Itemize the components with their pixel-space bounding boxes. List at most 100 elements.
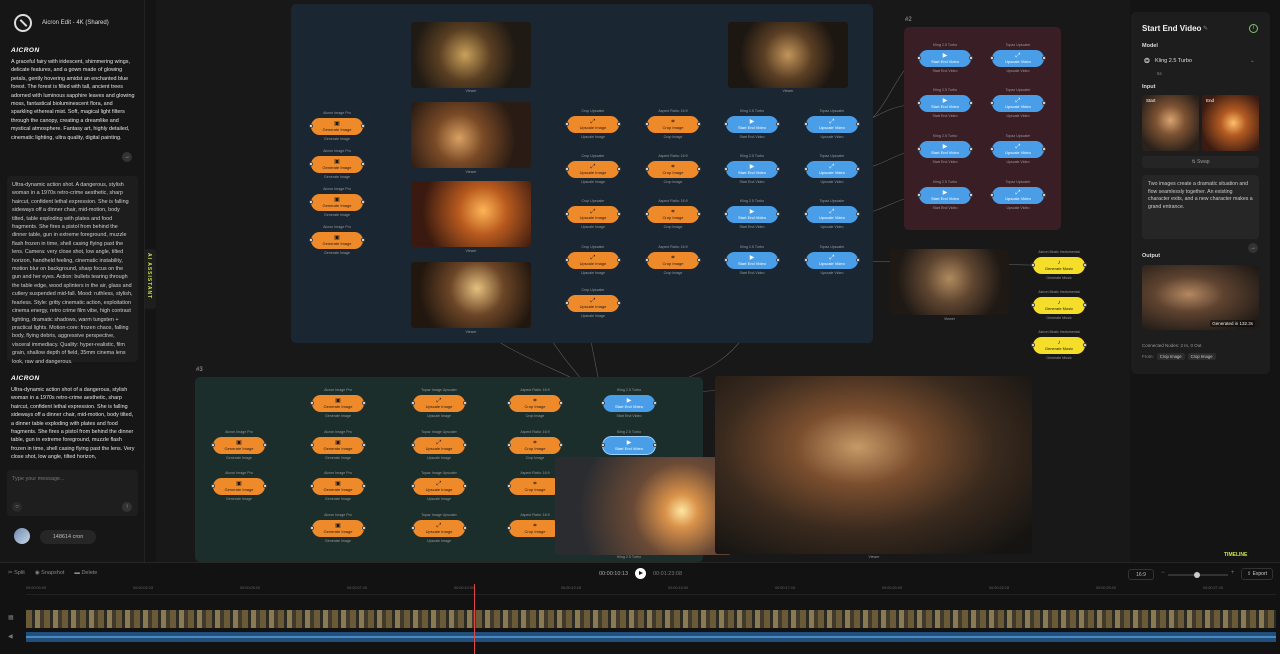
crop-image-node[interactable]: ⌗ Crop Image <box>645 206 701 223</box>
output-port[interactable] <box>617 167 621 171</box>
output-port[interactable] <box>617 212 621 216</box>
output-port[interactable] <box>263 484 267 488</box>
input-port[interactable] <box>310 526 314 530</box>
input-port[interactable] <box>211 484 215 488</box>
output-port[interactable] <box>969 193 973 197</box>
output-port[interactable] <box>463 443 467 447</box>
output-port[interactable] <box>1042 56 1046 60</box>
viewer-thumbnail[interactable] <box>555 457 731 555</box>
input-port[interactable] <box>724 167 728 171</box>
output-port[interactable] <box>776 122 780 126</box>
generate-image-node[interactable]: ▣ Generate Image <box>309 118 365 135</box>
end-frame-thumbnail[interactable]: End <box>1202 95 1259 151</box>
input-port[interactable] <box>565 122 569 126</box>
generate-icon[interactable]: → <box>1248 243 1258 253</box>
generate-image-node[interactable]: ▣ Generate Image <box>211 437 267 454</box>
crop-image-node[interactable]: ⌗ Crop Image <box>645 116 701 133</box>
timeline-ruler[interactable]: 00:00:00:00 00:00:02:15 00:00:05:00 00:0… <box>26 585 1276 595</box>
output-port[interactable] <box>969 56 973 60</box>
upscale-image-node[interactable]: ⤢ Upscale Image <box>411 437 467 454</box>
input-port[interactable] <box>645 167 649 171</box>
play-icon[interactable] <box>635 568 646 579</box>
output-port[interactable] <box>1042 101 1046 105</box>
output-port[interactable] <box>361 124 365 128</box>
upscale-video-node[interactable]: ⤢ Upscale Video <box>804 252 860 269</box>
input-port[interactable] <box>804 258 808 262</box>
input-port[interactable] <box>917 56 921 60</box>
output-port[interactable] <box>263 443 267 447</box>
output-port[interactable] <box>362 443 366 447</box>
info-icon[interactable]: i <box>1249 24 1258 33</box>
video-track[interactable] <box>26 610 1276 628</box>
upscale-image-node[interactable]: ⤢ Upscale Image <box>411 478 467 495</box>
output-port[interactable] <box>559 401 563 405</box>
output-port[interactable] <box>361 200 365 204</box>
output-port[interactable] <box>1083 263 1087 267</box>
input-port[interactable] <box>990 101 994 105</box>
input-port[interactable] <box>565 258 569 262</box>
output-port[interactable] <box>362 484 366 488</box>
input-port[interactable] <box>804 212 808 216</box>
input-port[interactable] <box>990 56 994 60</box>
viewer-thumbnail[interactable] <box>411 102 531 168</box>
output-port[interactable] <box>776 167 780 171</box>
input-port[interactable] <box>507 526 511 530</box>
generate-image-node[interactable]: ▣ Generate Image <box>309 232 365 249</box>
output-port[interactable] <box>617 258 621 262</box>
input-port[interactable] <box>917 101 921 105</box>
viewer-thumbnail[interactable] <box>411 262 531 328</box>
playhead[interactable] <box>474 584 475 654</box>
input-port[interactable] <box>565 301 569 305</box>
output-port[interactable] <box>697 258 701 262</box>
generate-music-node[interactable]: ♪ Generate Music <box>1031 257 1087 274</box>
output-port[interactable] <box>463 484 467 488</box>
generate-image-node[interactable]: ▣ Generate Image <box>310 520 366 537</box>
output-port[interactable] <box>362 526 366 530</box>
upscale-image-node[interactable]: ⤢ Upscale Image <box>411 520 467 537</box>
upscale-image-node[interactable]: ⤢ Upscale Image <box>565 116 621 133</box>
output-port[interactable] <box>653 401 657 405</box>
generate-image-node[interactable]: ▣ Generate Image <box>310 395 366 412</box>
output-port[interactable] <box>1042 193 1046 197</box>
crop-image-node[interactable]: ⌗ Crop Image <box>507 395 563 412</box>
viewer-thumbnail[interactable] <box>728 22 848 88</box>
generate-image-node[interactable]: ▣ Generate Image <box>310 437 366 454</box>
swap-button[interactable]: ⇅ Swap <box>1142 156 1259 168</box>
input-port[interactable] <box>724 122 728 126</box>
output-port[interactable] <box>856 122 860 126</box>
start-end-video-node[interactable]: ▶ Start End Video <box>601 395 657 412</box>
input-port[interactable] <box>990 147 994 151</box>
input-port[interactable] <box>211 443 215 447</box>
input-port[interactable] <box>724 212 728 216</box>
input-port[interactable] <box>507 401 511 405</box>
start-end-video-node[interactable]: ▶ Start End Video <box>917 187 973 204</box>
upscale-image-node[interactable]: ⤢ Upscale Image <box>565 206 621 223</box>
input-port[interactable] <box>565 212 569 216</box>
output-port[interactable] <box>653 443 657 447</box>
input-port[interactable] <box>309 124 313 128</box>
export-button[interactable]: ⇪ Export <box>1241 568 1273 580</box>
input-port[interactable] <box>601 401 605 405</box>
input-port[interactable] <box>310 443 314 447</box>
output-port[interactable] <box>463 526 467 530</box>
start-end-video-node[interactable]: ▶ Start End Video <box>724 206 780 223</box>
input-port[interactable] <box>411 401 415 405</box>
start-end-video-node[interactable]: ▶ Start End Video <box>917 141 973 158</box>
upscale-video-node[interactable]: ⤢ Upscale Video <box>990 50 1046 67</box>
output-port[interactable] <box>697 122 701 126</box>
input-port[interactable] <box>645 122 649 126</box>
input-port[interactable] <box>917 147 921 151</box>
input-port[interactable] <box>804 122 808 126</box>
upscale-video-node[interactable]: ⤢ Upscale Video <box>804 206 860 223</box>
copy-icon[interactable]: → <box>122 152 132 162</box>
crop-image-node[interactable]: ⌗ Crop Image <box>507 478 563 495</box>
viewer-thumbnail[interactable] <box>411 22 531 88</box>
crop-image-node[interactable]: ⌗ Crop Image <box>507 437 563 454</box>
input-port[interactable] <box>310 401 314 405</box>
start-end-video-node[interactable]: ▶ Start End Video <box>724 116 780 133</box>
output-port[interactable] <box>1042 147 1046 151</box>
output-port[interactable] <box>856 258 860 262</box>
input-port[interactable] <box>310 484 314 488</box>
output-port[interactable] <box>361 162 365 166</box>
timeline-toggle[interactable]: TIMELINE <box>1224 552 1247 558</box>
